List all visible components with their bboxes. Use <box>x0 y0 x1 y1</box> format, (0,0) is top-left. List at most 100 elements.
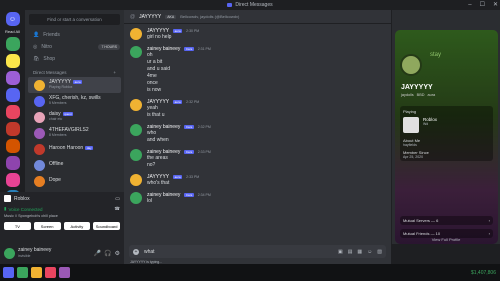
input-text[interactable]: what <box>144 249 155 255</box>
taskbar-icon[interactable] <box>45 267 56 278</box>
profile-tag: aura <box>427 93 436 97</box>
message-group: zainey baineey Cars 2:31 PM oh ur a bit and u… <box>130 46 385 94</box>
avatar[interactable] <box>130 124 142 136</box>
message-input[interactable]: + what ▣ ▤ ▦ ☺ ▧ <box>129 245 386 258</box>
server-icon[interactable] <box>5 88 20 102</box>
dm-item[interactable]: daisy quest chair etc <box>28 109 121 125</box>
server-icon[interactable] <box>5 156 20 170</box>
profile-avatar[interactable] <box>400 54 422 76</box>
message-time: 2:33 PM <box>186 175 200 179</box>
friends-icon: 👤 <box>33 32 40 38</box>
avatar[interactable] <box>130 174 142 186</box>
profile-name: JAYYYYY <box>401 84 433 91</box>
message-text: who's that <box>147 180 170 186</box>
dm-item[interactable]: 4THEFAVGIRLS2 8 Members <box>28 125 121 141</box>
message-text: and when <box>147 137 169 143</box>
message-group: zainey baineey Cars 2:34 PM lol <box>130 192 385 205</box>
user-panel: zainey baineey invisible 🎤 🎧 ⚙ <box>0 244 124 264</box>
nav-friends[interactable]: 👤 Friends <box>25 29 124 41</box>
taskbar-icon[interactable] <box>59 267 70 278</box>
taskbar-icon[interactable] <box>31 267 42 278</box>
author-tag: aura <box>173 100 183 104</box>
server-icon[interactable] <box>5 173 20 187</box>
message-text: ur a bit <box>147 59 163 65</box>
tv-button[interactable]: TV <box>4 222 31 230</box>
message-text: oh <box>147 52 153 58</box>
message-text: once <box>147 80 158 86</box>
profile-card: stay JAYYYYY jaydolls BBD aura Playing Rob… <box>395 30 498 244</box>
shop-icon: 🛍 <box>33 56 40 62</box>
gif-icon[interactable]: ▤ <box>348 249 353 255</box>
apps-icon[interactable]: ▧ <box>377 249 382 255</box>
server-icon[interactable] <box>5 54 20 68</box>
avatar[interactable] <box>130 46 142 58</box>
user-avatar[interactable] <box>4 248 15 259</box>
mutual-servers[interactable]: Mutual Servers — 6 › <box>400 216 493 225</box>
gift-icon[interactable]: ▣ <box>338 249 343 255</box>
server-icon[interactable] <box>5 71 20 85</box>
dm-item[interactable]: Offline <box>28 157 121 173</box>
nav-shop[interactable]: 🛍 Shop <box>25 53 124 65</box>
message-text: lol <box>147 198 153 204</box>
emoji-icon[interactable]: ☺ <box>367 249 372 255</box>
home-button[interactable]: ☺ <box>5 12 20 26</box>
message-time: 2:32 PM <box>197 125 211 129</box>
view-full-profile[interactable]: View Full Profile <box>392 237 500 242</box>
recipient-alt: Bellcowdv, jaydolls (@Bellcowdv) <box>180 14 240 19</box>
message-text: the areas <box>147 155 168 161</box>
at-icon: @ <box>130 13 136 20</box>
dm-item[interactable]: Dope <box>28 173 121 189</box>
message-group: JAYYYYY aura 2:30 PM girl no help <box>130 28 385 41</box>
minimize-button[interactable]: – <box>468 0 471 10</box>
add-dm-icon[interactable]: + <box>113 70 116 75</box>
message-group: zainey baineey Cars 2:32 PM who and when <box>130 124 385 144</box>
read-all-label[interactable]: Read All <box>0 29 25 34</box>
avatar <box>34 79 45 91</box>
message-text: no? <box>147 162 156 168</box>
deafen-icon[interactable]: 🎧 <box>104 250 111 257</box>
dm-item[interactable]: XFG, cherish, kz, swills 5 Members <box>28 93 121 109</box>
avatar <box>34 127 45 139</box>
message-time: 2:31 PM <box>197 47 211 51</box>
dm-item[interactable]: JAYYYYY aura Playing Roblox <box>28 77 121 93</box>
avatar[interactable] <box>130 192 142 204</box>
mute-icon[interactable]: 🎤 <box>94 250 101 257</box>
nav-nitro[interactable]: ◎ Nitro 7 HOURS <box>25 41 124 53</box>
screen-button[interactable]: Screen <box>33 222 61 230</box>
chat-header: @ JAYYYYY AKA Bellcowdv, jaydolls (@Bell… <box>124 10 391 24</box>
avatar <box>34 159 45 171</box>
profile-tag: BBD <box>416 93 425 97</box>
server-icon[interactable] <box>5 105 20 119</box>
message-time: 2:30 PM <box>186 29 200 33</box>
avatar[interactable] <box>130 99 142 111</box>
avatar[interactable] <box>130 149 142 161</box>
server-icon[interactable] <box>5 37 20 51</box>
disconnect-icon[interactable]: ☎ <box>114 206 120 212</box>
message-text: girl no help <box>147 34 172 40</box>
sticker-icon[interactable]: ▦ <box>357 249 362 255</box>
activity-button[interactable]: Activity <box>63 222 91 230</box>
server-icon[interactable] <box>5 139 20 153</box>
aka-label: AKA <box>165 14 177 19</box>
dm-header: Direct Messages + <box>33 70 116 75</box>
avatar <box>34 143 45 155</box>
server-icon[interactable] <box>5 122 20 136</box>
close-button[interactable]: ✕ <box>493 0 498 10</box>
signal-icon: ▮ <box>4 206 7 211</box>
activity-app: Roblox <box>14 195 30 202</box>
dm-item[interactable]: Haroon Haroon day <box>28 141 121 157</box>
taskbar-icon[interactable] <box>17 267 28 278</box>
screen-share-icon[interactable]: ▭ <box>115 196 120 202</box>
maximize-button[interactable]: ☐ <box>480 0 485 10</box>
message-text: yeah <box>147 105 158 111</box>
attach-icon[interactable]: + <box>133 248 139 255</box>
message-text: and u said <box>147 66 171 72</box>
search-input[interactable]: Find or start a conversation <box>29 14 120 25</box>
avatar[interactable] <box>130 28 142 40</box>
soundboard-button[interactable]: Soundboard <box>93 222 120 230</box>
taskbar-icon[interactable] <box>3 267 14 278</box>
voice-status: Voice Connected <box>8 206 43 212</box>
profile-panel: stay JAYYYYY jaydolls BBD aura Playing Rob… <box>391 10 500 244</box>
settings-icon[interactable]: ⚙ <box>115 250 120 257</box>
avatar <box>34 175 45 187</box>
